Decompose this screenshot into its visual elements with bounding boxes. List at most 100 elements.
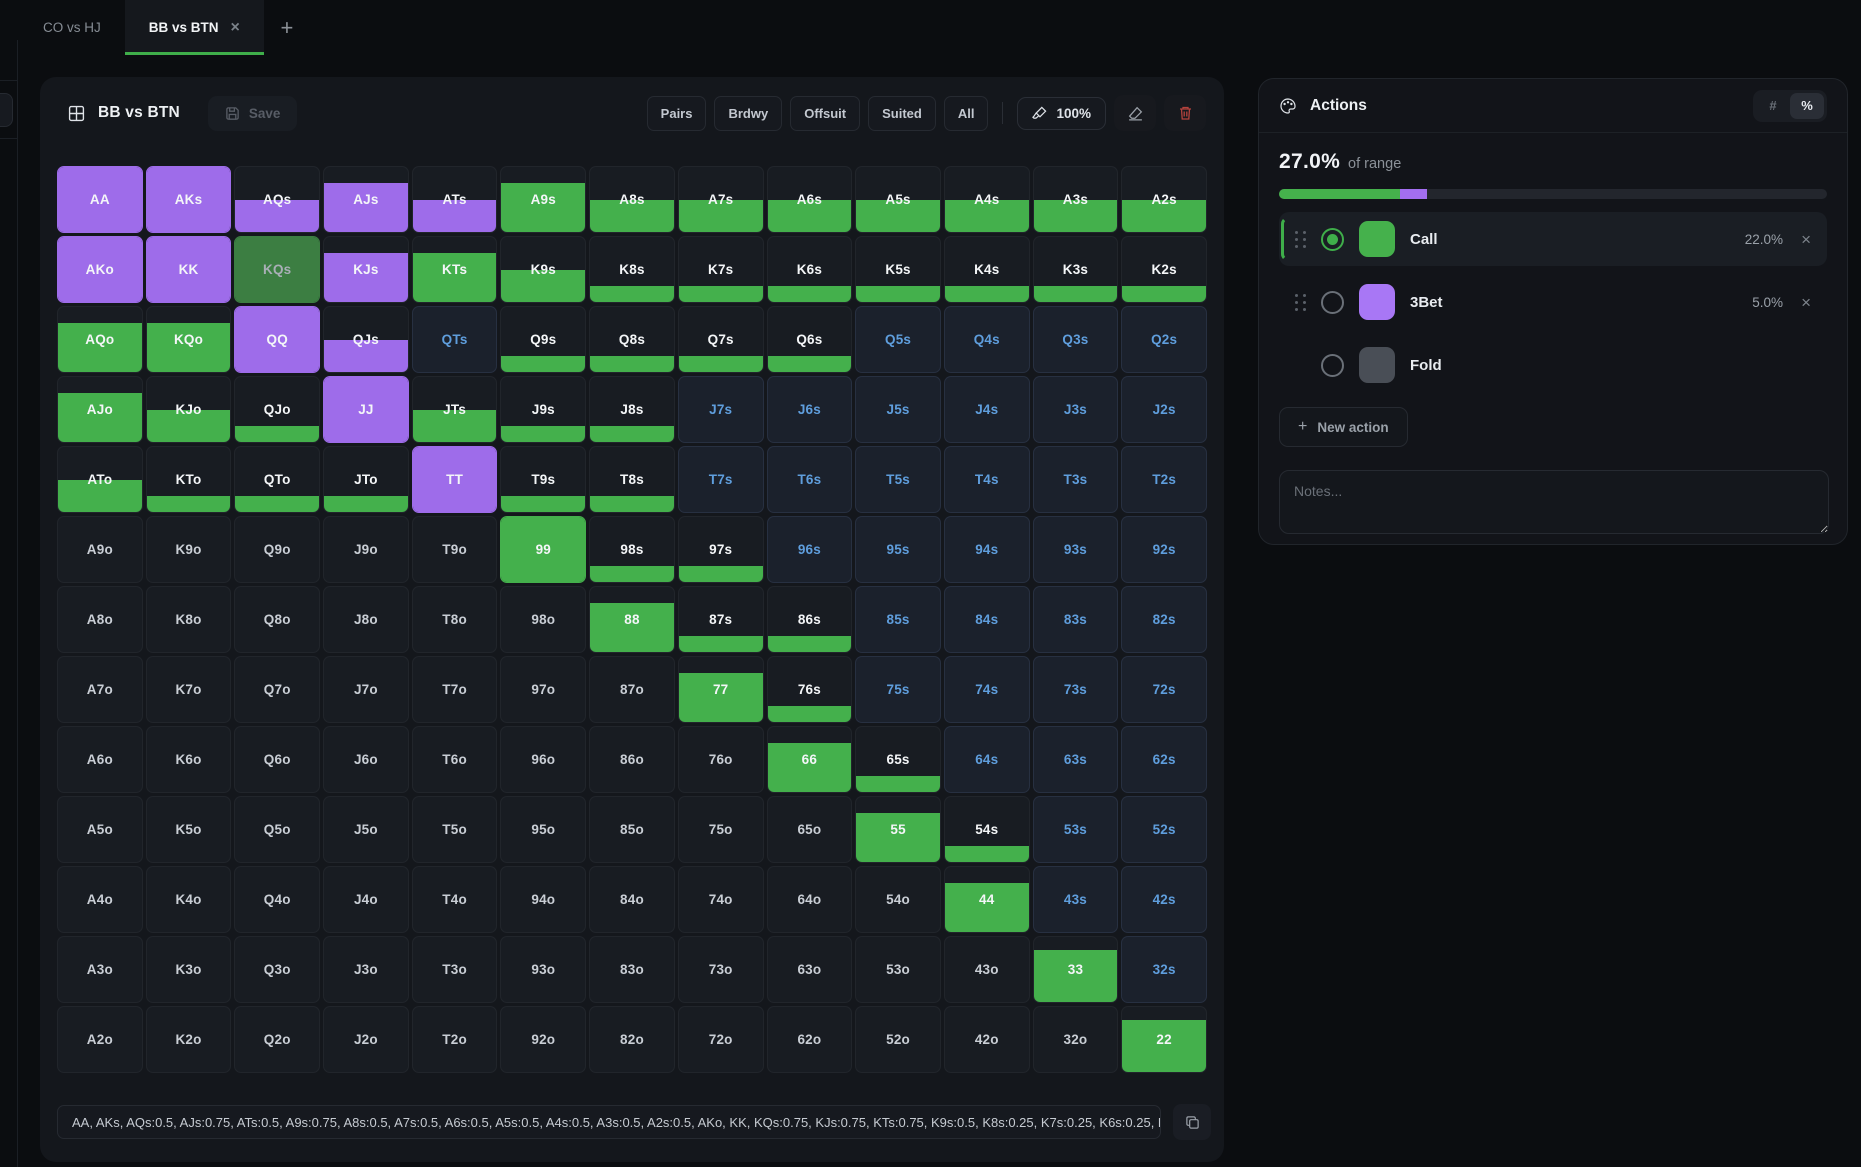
grid-cell-A3o[interactable]: A3o <box>57 936 143 1003</box>
grid-cell-J5o[interactable]: J5o <box>323 796 409 863</box>
grid-cell-22[interactable]: 22 <box>1121 1006 1207 1073</box>
grid-cell-ATs[interactable]: ATs <box>412 166 498 233</box>
grid-cell-K9s[interactable]: K9s <box>500 236 586 303</box>
grid-cell-95s[interactable]: 95s <box>855 516 941 583</box>
new-tab-button[interactable]: + <box>264 0 310 55</box>
grid-cell-KJo[interactable]: KJo <box>146 376 232 443</box>
grid-cell-T4s[interactable]: T4s <box>944 446 1030 513</box>
grid-cell-K2o[interactable]: K2o <box>146 1006 232 1073</box>
grid-cell-Q6s[interactable]: Q6s <box>767 306 853 373</box>
grid-cell-98s[interactable]: 98s <box>589 516 675 583</box>
grid-cell-K4s[interactable]: K4s <box>944 236 1030 303</box>
grid-cell-QTo[interactable]: QTo <box>234 446 320 513</box>
grid-cell-73s[interactable]: 73s <box>1033 656 1119 723</box>
grid-cell-32s[interactable]: 32s <box>1121 936 1207 1003</box>
drag-handle-icon[interactable] <box>1295 231 1307 248</box>
grid-cell-93s[interactable]: 93s <box>1033 516 1119 583</box>
action-radio[interactable] <box>1321 291 1344 314</box>
grid-cell-73o[interactable]: 73o <box>678 936 764 1003</box>
filter-pairs[interactable]: Pairs <box>647 96 707 131</box>
grid-cell-Q2s[interactable]: Q2s <box>1121 306 1207 373</box>
grid-cell-83o[interactable]: 83o <box>589 936 675 1003</box>
grid-cell-96o[interactable]: 96o <box>500 726 586 793</box>
grid-cell-54s[interactable]: 54s <box>944 796 1030 863</box>
grid-cell-63s[interactable]: 63s <box>1033 726 1119 793</box>
grid-cell-K8o[interactable]: K8o <box>146 586 232 653</box>
grid-cell-33[interactable]: 33 <box>1033 936 1119 1003</box>
grid-cell-J5s[interactable]: J5s <box>855 376 941 443</box>
grid-cell-54o[interactable]: 54o <box>855 866 941 933</box>
grid-cell-62s[interactable]: 62s <box>1121 726 1207 793</box>
grid-cell-K5o[interactable]: K5o <box>146 796 232 863</box>
grid-cell-T7o[interactable]: T7o <box>412 656 498 723</box>
grid-cell-88[interactable]: 88 <box>589 586 675 653</box>
action-radio[interactable] <box>1321 354 1344 377</box>
grid-cell-K8s[interactable]: K8s <box>589 236 675 303</box>
grid-cell-Q8o[interactable]: Q8o <box>234 586 320 653</box>
grid-cell-96s[interactable]: 96s <box>767 516 853 583</box>
grid-cell-Q8s[interactable]: Q8s <box>589 306 675 373</box>
grid-cell-A6s[interactable]: A6s <box>767 166 853 233</box>
grid-cell-A7s[interactable]: A7s <box>678 166 764 233</box>
grid-cell-AJs[interactable]: AJs <box>323 166 409 233</box>
toggle-percent[interactable]: % <box>1790 93 1824 119</box>
grid-cell-74s[interactable]: 74s <box>944 656 1030 723</box>
sidebar-stub-button[interactable] <box>0 93 13 127</box>
grid-cell-A4o[interactable]: A4o <box>57 866 143 933</box>
grid-cell-AA[interactable]: AA <box>57 166 143 233</box>
grid-cell-A4s[interactable]: A4s <box>944 166 1030 233</box>
grid-cell-Q9s[interactable]: Q9s <box>500 306 586 373</box>
grid-cell-K3o[interactable]: K3o <box>146 936 232 1003</box>
grid-cell-J8s[interactable]: J8s <box>589 376 675 443</box>
grid-cell-T4o[interactable]: T4o <box>412 866 498 933</box>
drag-handle-icon[interactable] <box>1295 294 1307 311</box>
grid-cell-52s[interactable]: 52s <box>1121 796 1207 863</box>
grid-cell-T2o[interactable]: T2o <box>412 1006 498 1073</box>
grid-cell-K7o[interactable]: K7o <box>146 656 232 723</box>
grid-cell-J2s[interactable]: J2s <box>1121 376 1207 443</box>
grid-cell-J6s[interactable]: J6s <box>767 376 853 443</box>
grid-cell-65s[interactable]: 65s <box>855 726 941 793</box>
filter-offsuit[interactable]: Offsuit <box>790 96 860 131</box>
tab-close-icon[interactable]: × <box>231 20 240 36</box>
grid-cell-86s[interactable]: 86s <box>767 586 853 653</box>
grid-cell-97s[interactable]: 97s <box>678 516 764 583</box>
action-row-fold[interactable]: Fold × <box>1279 338 1827 392</box>
grid-cell-77[interactable]: 77 <box>678 656 764 723</box>
grid-cell-AQs[interactable]: AQs <box>234 166 320 233</box>
grid-cell-TT[interactable]: TT <box>412 446 498 513</box>
grid-cell-65o[interactable]: 65o <box>767 796 853 863</box>
eraser-button[interactable] <box>1114 95 1156 131</box>
grid-cell-43o[interactable]: 43o <box>944 936 1030 1003</box>
grid-cell-K7s[interactable]: K7s <box>678 236 764 303</box>
grid-cell-JTs[interactable]: JTs <box>412 376 498 443</box>
grid-cell-K6s[interactable]: K6s <box>767 236 853 303</box>
grid-cell-Q7s[interactable]: Q7s <box>678 306 764 373</box>
grid-cell-J2o[interactable]: J2o <box>323 1006 409 1073</box>
grid-cell-99[interactable]: 99 <box>500 516 586 583</box>
grid-cell-94s[interactable]: 94s <box>944 516 1030 583</box>
grid-cell-AJo[interactable]: AJo <box>57 376 143 443</box>
grid-cell-T6s[interactable]: T6s <box>767 446 853 513</box>
grid-cell-T8s[interactable]: T8s <box>589 446 675 513</box>
grid-cell-JJ[interactable]: JJ <box>323 376 409 443</box>
grid-cell-T5o[interactable]: T5o <box>412 796 498 863</box>
copy-range-button[interactable] <box>1173 1104 1211 1140</box>
grid-cell-T8o[interactable]: T8o <box>412 586 498 653</box>
grid-cell-Q5s[interactable]: Q5s <box>855 306 941 373</box>
grid-cell-85o[interactable]: 85o <box>589 796 675 863</box>
grid-cell-94o[interactable]: 94o <box>500 866 586 933</box>
action-row-call[interactable]: Call 22.0% × <box>1279 212 1827 266</box>
grid-cell-83s[interactable]: 83s <box>1033 586 1119 653</box>
grid-cell-A9o[interactable]: A9o <box>57 516 143 583</box>
grid-cell-T3o[interactable]: T3o <box>412 936 498 1003</box>
action-swatch[interactable] <box>1359 284 1395 320</box>
grid-cell-T6o[interactable]: T6o <box>412 726 498 793</box>
tab-co-vs-hj[interactable]: CO vs HJ <box>19 0 125 55</box>
grid-cell-84o[interactable]: 84o <box>589 866 675 933</box>
grid-cell-J7o[interactable]: J7o <box>323 656 409 723</box>
filter-suited[interactable]: Suited <box>868 96 936 131</box>
grid-cell-QJo[interactable]: QJo <box>234 376 320 443</box>
grid-cell-72o[interactable]: 72o <box>678 1006 764 1073</box>
paint-weight-button[interactable]: 100% <box>1017 97 1106 130</box>
